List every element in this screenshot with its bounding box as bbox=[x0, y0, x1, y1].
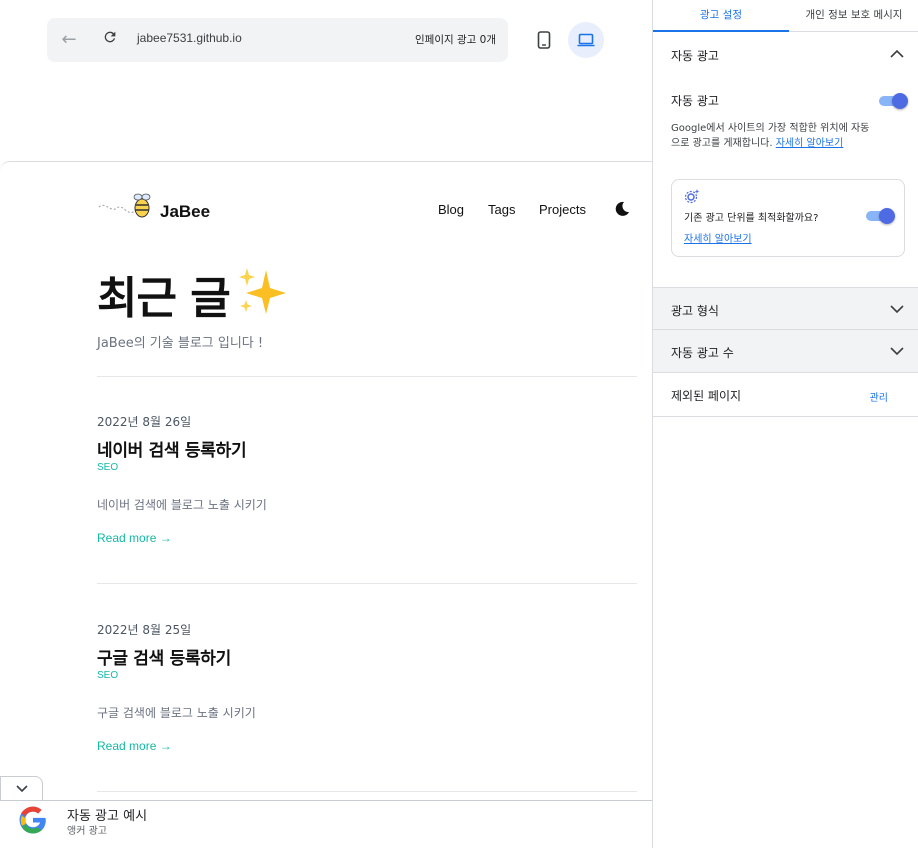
learn-more-link[interactable]: 자세히 알아보기 bbox=[776, 138, 844, 149]
google-logo-icon bbox=[19, 806, 46, 834]
ad-formats-section-header[interactable]: 광고 형식 bbox=[653, 287, 918, 330]
chevron-down-icon bbox=[890, 305, 904, 314]
ad-settings-panel: 광고 설정 개인 정보 보호 메시지 자동 광고 자동 광고 Google에서 … bbox=[652, 0, 918, 848]
auto-ads-description: Google에서 사이트의 가장 적합한 위치에 자동으로 광고를 게재합니다.… bbox=[671, 121, 871, 151]
post-title[interactable]: 구글 검색 등록하기 bbox=[97, 644, 231, 669]
post-tag[interactable]: SEO bbox=[97, 670, 118, 681]
post-date: 2022년 8월 25일 bbox=[97, 623, 192, 637]
ad-load-section-header[interactable]: 자동 광고 수 bbox=[653, 330, 918, 373]
optimize-toggle[interactable] bbox=[866, 208, 895, 224]
dark-mode-moon-icon[interactable] bbox=[613, 200, 631, 218]
mobile-icon bbox=[537, 31, 551, 49]
laptop-icon bbox=[577, 33, 595, 47]
page-title: 최근 글 bbox=[97, 273, 231, 324]
divider bbox=[97, 376, 637, 377]
anchor-collapse-button[interactable] bbox=[0, 776, 43, 800]
ad-load-title: 자동 광고 수 bbox=[671, 346, 734, 360]
nav-blog-link[interactable]: Blog bbox=[438, 202, 464, 217]
post-summary: 구글 검색에 블로그 노출 시키기 bbox=[97, 706, 256, 720]
post-date: 2022년 8월 26일 bbox=[97, 415, 192, 429]
auto-ads-label: 자동 광고 bbox=[671, 94, 719, 108]
excluded-pages-row: 제외된 페이지 관리 bbox=[653, 373, 918, 417]
excluded-pages-title: 제외된 페이지 bbox=[671, 389, 742, 403]
toggle-knob bbox=[879, 208, 895, 224]
tab-privacy-messages[interactable]: 개인 정보 보호 메시지 bbox=[789, 0, 918, 32]
desktop-preview-button[interactable] bbox=[568, 22, 604, 58]
site-preview-frame: JaBee Blog Tags Projects 최근 글 JaBee의 기술 … bbox=[0, 161, 652, 848]
optimize-question: 기존 광고 단위를 최적화할까요? bbox=[684, 213, 819, 224]
toggle-knob bbox=[892, 93, 908, 109]
site-brand[interactable]: JaBee bbox=[160, 202, 210, 222]
auto-ads-toggle[interactable] bbox=[879, 93, 908, 109]
sparkle-gear-icon bbox=[684, 189, 700, 204]
reload-svg bbox=[104, 31, 116, 43]
panel-tabs: 광고 설정 개인 정보 보호 메시지 bbox=[653, 0, 918, 32]
divider bbox=[97, 583, 637, 584]
manage-button[interactable]: 관리 bbox=[870, 389, 888, 404]
chevron-down-icon bbox=[890, 347, 904, 356]
bee-logo-icon[interactable] bbox=[97, 191, 157, 227]
nav-tags-link[interactable]: Tags bbox=[488, 202, 515, 217]
mobile-preview-button[interactable] bbox=[526, 22, 562, 58]
anchor-ad-bar[interactable]: 자동 광고 예시 앵커 광고 bbox=[0, 800, 652, 848]
read-more-link[interactable]: Read more → bbox=[97, 739, 172, 753]
auto-ads-section-header[interactable]: 자동 광고 bbox=[653, 33, 918, 76]
post-tag[interactable]: SEO bbox=[97, 462, 118, 473]
post-summary: 네이버 검색에 블로그 노출 시키기 bbox=[97, 498, 267, 512]
nav-projects-link[interactable]: Projects bbox=[539, 202, 586, 217]
optimize-learn-more-link[interactable]: 자세히 알아보기 bbox=[684, 230, 752, 245]
page-subtitle: JaBee의 기술 블로그 입니다 ! bbox=[97, 336, 264, 351]
ad-formats-title: 광고 형식 bbox=[671, 304, 719, 318]
read-more-link[interactable]: Read more → bbox=[97, 531, 172, 545]
preview-url: jabee7531.github.io bbox=[137, 31, 242, 45]
preview-address-bar: ← jabee7531.github.io 인페이지 광고 0개 bbox=[47, 18, 508, 62]
chevron-up-icon bbox=[890, 49, 904, 58]
anchor-ad-subtitle: 앵커 광고 bbox=[67, 826, 107, 837]
chevron-down-icon bbox=[15, 784, 28, 792]
post-title[interactable]: 네이버 검색 등록하기 bbox=[97, 436, 247, 461]
tab-ad-settings[interactable]: 광고 설정 bbox=[653, 0, 789, 32]
auto-ads-section-title: 자동 광고 bbox=[671, 49, 719, 63]
inpage-ad-count: 인페이지 광고 0개 bbox=[415, 34, 496, 46]
reload-icon[interactable] bbox=[100, 29, 120, 51]
sparkles-icon bbox=[236, 266, 290, 320]
back-arrow-icon[interactable]: ← bbox=[59, 29, 79, 51]
optimize-ad-units-card: 기존 광고 단위를 최적화할까요? 자세히 알아보기 bbox=[671, 179, 905, 257]
divider bbox=[97, 791, 637, 792]
preview-area: ← jabee7531.github.io 인페이지 광고 0개 JaBee B… bbox=[0, 0, 652, 848]
